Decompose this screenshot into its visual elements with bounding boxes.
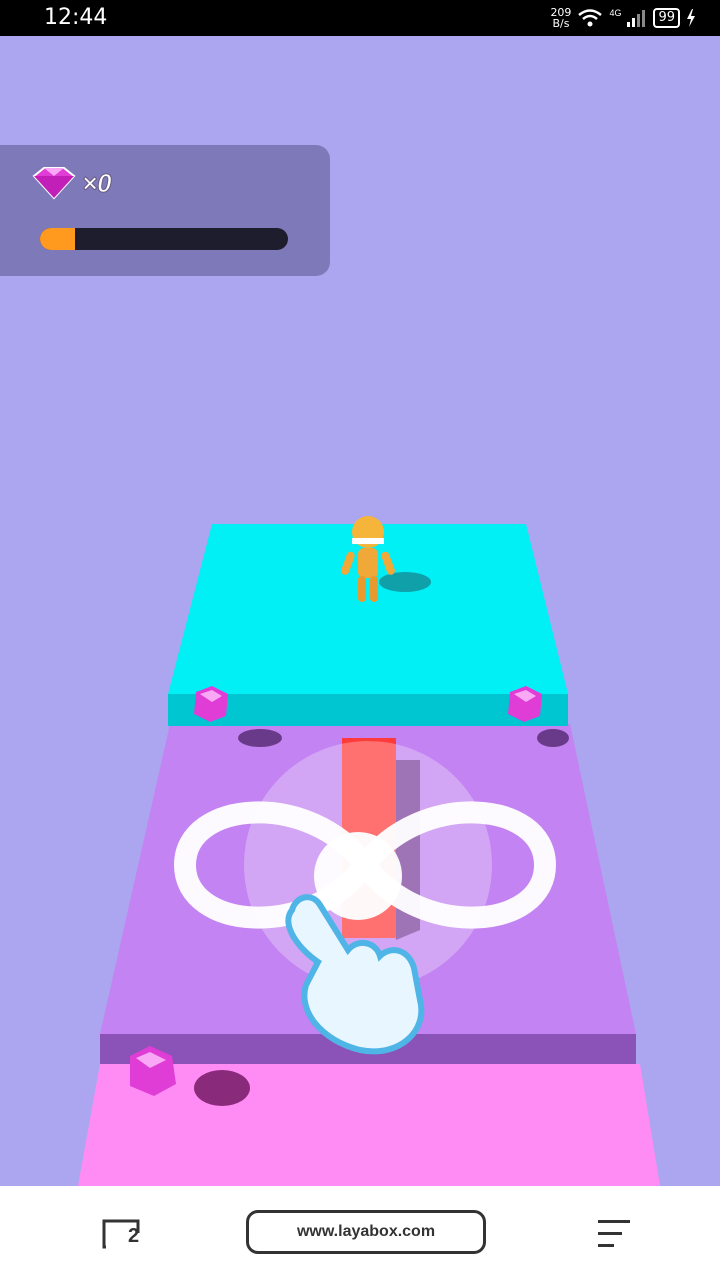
signal-icon (627, 10, 646, 27)
network-speed-unit: B/s (552, 17, 570, 30)
url-bar[interactable]: www.layabox.com (246, 1210, 486, 1254)
status-bar: 12:44 209 B/s 4G 99 (0, 0, 720, 36)
battery-indicator: 99 (653, 8, 680, 28)
network-speed: 209 B/s (550, 7, 571, 29)
gem-icon (32, 167, 76, 200)
charging-icon (687, 9, 695, 27)
menu-icon[interactable] (594, 1216, 634, 1252)
top-platform-edge (168, 694, 568, 726)
gem-count: ×0 (82, 168, 113, 199)
level-progress-fill (40, 228, 75, 250)
gem-shadow (194, 1070, 250, 1106)
status-time: 12:44 (44, 5, 108, 30)
gem-shadow (238, 729, 282, 747)
tab-count[interactable]: 2 (128, 1225, 139, 1248)
status-icons: 209 B/s 4G 99 (550, 4, 696, 32)
wifi-icon (578, 9, 603, 27)
hud-panel (0, 145, 330, 276)
level-progress-bar (40, 228, 288, 250)
network-type: 4G (609, 8, 622, 18)
gem-shadow (537, 729, 569, 747)
url-text: www.layabox.com (296, 1223, 436, 1240)
browser-bottom-bar: www.layabox.com (0, 1186, 720, 1280)
